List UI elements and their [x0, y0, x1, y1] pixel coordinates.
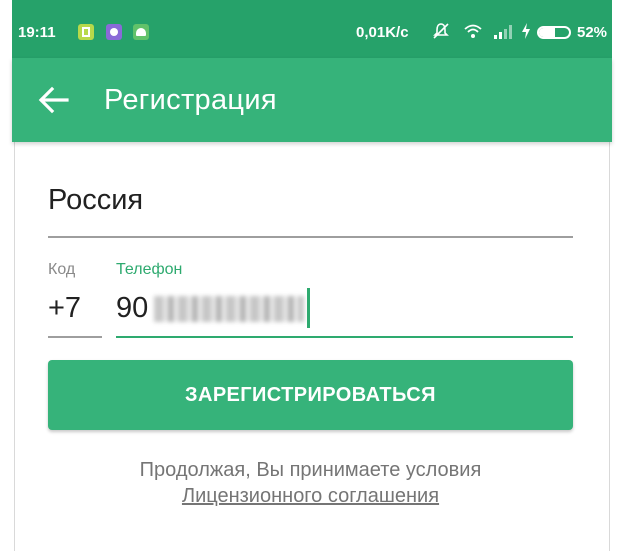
- battery-percent: 52%: [577, 24, 608, 41]
- phone-value: 90: [116, 292, 149, 324]
- sim-card-icon: [78, 24, 94, 40]
- license-agreement-link[interactable]: Лицензионного соглашения: [182, 485, 439, 507]
- silent-icon: [432, 22, 450, 44]
- left-edge: [0, 142, 15, 551]
- terms-link-row: Лицензионного соглашения: [48, 483, 573, 509]
- battery-icon: [537, 26, 571, 39]
- text-cursor: [307, 288, 310, 328]
- country-selector[interactable]: Россия: [48, 172, 573, 238]
- terms-text: Продолжая, Вы принимаете условия: [139, 459, 482, 481]
- phone-input[interactable]: 90: [116, 284, 573, 338]
- wifi-icon: [463, 22, 483, 44]
- android-icon: [133, 24, 149, 40]
- register-button[interactable]: ЗАРЕГИСТРИРОВАТЬСЯ: [48, 360, 573, 430]
- blurred-phone-digits: [154, 296, 304, 322]
- register-button-label: ЗАРЕГИСТРИРОВАТЬСЯ: [185, 383, 436, 406]
- app-bar: Регистрация: [12, 58, 612, 142]
- status-time: 19:11: [18, 24, 56, 41]
- page-title: Регистрация: [104, 84, 277, 116]
- arrow-left-icon: [38, 86, 69, 114]
- country-value: Россия: [48, 184, 144, 216]
- code-label: Код: [48, 261, 76, 278]
- battery-level: [539, 28, 555, 37]
- country-code-field[interactable]: +7: [48, 284, 102, 338]
- back-button[interactable]: [34, 80, 74, 120]
- right-edge: [609, 142, 624, 551]
- charging-icon: [520, 22, 532, 44]
- country-code-value: +7: [48, 292, 82, 324]
- app-screen: 19:11 0,01K/c 52% Регистрация Россия Код…: [0, 0, 624, 551]
- phone-label: Телефон: [116, 261, 183, 278]
- status-bar: 19:11 0,01K/c 52%: [12, 0, 612, 58]
- network-speed: 0,01K/c: [356, 24, 409, 41]
- viber-icon: [106, 24, 122, 40]
- signal-icon: [493, 22, 513, 44]
